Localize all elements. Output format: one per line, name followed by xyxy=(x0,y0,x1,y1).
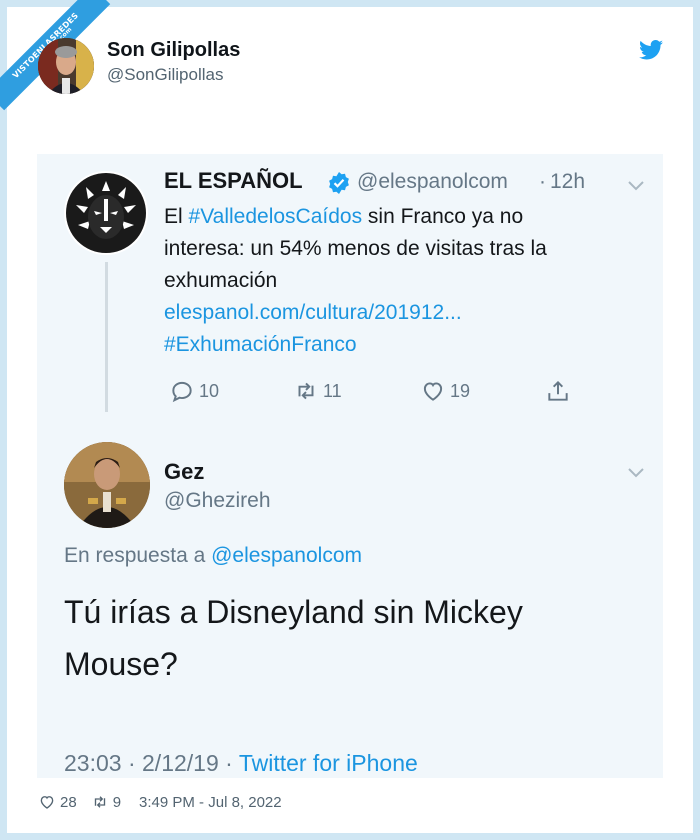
tweet1-body: El #ValledelosCaídos sin Franco ya no in… xyxy=(164,201,644,361)
tweet1-line-1: El #ValledelosCaídos sin Franco ya no xyxy=(164,201,644,233)
gez-avatar[interactable] xyxy=(64,442,150,528)
hashtag-exhumacionfranco[interactable]: #ExhumaciónFranco xyxy=(164,329,644,361)
tweet1-line-1-post: sin Franco ya no xyxy=(362,205,524,228)
elespanol-avatar[interactable] xyxy=(64,171,148,255)
tweet1-time[interactable]: 12h xyxy=(550,170,585,194)
author-name[interactable]: Son Gilipollas xyxy=(107,39,240,62)
tweet2-time[interactable]: 23:03 xyxy=(64,750,122,776)
verified-badge-icon xyxy=(329,172,349,194)
twitter-bird-icon[interactable] xyxy=(639,40,663,60)
like-action[interactable]: 19 xyxy=(420,377,470,405)
reply-icon xyxy=(172,381,192,403)
retweet-icon[interactable] xyxy=(91,793,109,811)
thread-connector xyxy=(105,262,108,412)
avatar-photo xyxy=(38,38,94,94)
author-handle[interactable]: @SonGilipollas xyxy=(107,65,223,85)
lion-logo-icon xyxy=(66,173,146,253)
retweet-count: 11 xyxy=(323,380,342,401)
client-link[interactable]: Twitter for iPhone xyxy=(239,750,418,776)
tweet2-date[interactable]: 2/12/19 xyxy=(142,750,219,776)
retweet-icon xyxy=(298,382,314,400)
share-icon xyxy=(548,380,568,401)
tweet2-text-line-2: Mouse? xyxy=(64,646,178,682)
tweet1-separator: · xyxy=(539,170,546,193)
tweet1-handle[interactable]: @elespanolcom xyxy=(357,170,508,194)
embedded-screenshot: EL ESPAÑOL @elespanolcom · 12h El #Valle… xyxy=(37,154,663,778)
footer-timestamp[interactable]: 3:49 PM - Jul 8, 2022 xyxy=(139,794,282,811)
reply-prefix: En respuesta a xyxy=(64,544,206,567)
tweet2-text: Tú irías a Disneyland sin Mickey Mouse? xyxy=(64,586,624,690)
heart-icon xyxy=(423,382,443,401)
tweet-card: VISTOENLASREDES .com Son Gilipollas @Son… xyxy=(0,0,693,833)
tweet2-text-line-1: Tú irías a Disneyland sin Mickey xyxy=(64,594,523,630)
reply-context: En respuesta a @elespanolcom xyxy=(64,544,362,568)
footer-like-count: 28 xyxy=(60,793,77,811)
tweet1-author-name[interactable]: EL ESPAÑOL xyxy=(164,168,303,194)
meta-separator: · xyxy=(225,750,233,776)
tweet1-line-3: exhumación xyxy=(164,269,278,292)
share-action[interactable] xyxy=(545,377,575,405)
tweet2-meta: 23:03 · 2/12/19 · Twitter for iPhone xyxy=(64,750,418,777)
author-avatar[interactable] xyxy=(38,38,94,94)
tweet2-author-name[interactable]: Gez xyxy=(164,459,204,485)
like-count: 19 xyxy=(450,380,471,401)
hashtag-valledeloscaidos[interactable]: #ValledelosCaídos xyxy=(189,205,363,228)
meta-separator: · xyxy=(127,750,136,776)
portrait-photo xyxy=(64,442,150,528)
reply-count: 10 xyxy=(199,380,220,401)
reply-action[interactable]: 10 xyxy=(169,377,219,405)
chevron-down-icon[interactable] xyxy=(627,467,645,479)
tweet2-handle[interactable]: @Ghezireh xyxy=(164,489,271,513)
chevron-down-icon[interactable] xyxy=(627,180,645,192)
article-link[interactable]: elespanol.com/cultura/201912... xyxy=(164,297,644,329)
footer-retweet-count: 9 xyxy=(112,793,122,811)
heart-icon[interactable] xyxy=(38,793,56,811)
retweet-action[interactable]: 11 xyxy=(293,377,342,405)
tweet-footer: 28 9 3:49 PM - Jul 8, 2022 xyxy=(38,793,282,811)
tweet1-line-2: interesa: un 54% menos de visitas tras l… xyxy=(164,237,547,260)
reply-handle-link[interactable]: @elespanolcom xyxy=(211,544,362,567)
tweet1-line-1-pre: El xyxy=(164,205,189,228)
